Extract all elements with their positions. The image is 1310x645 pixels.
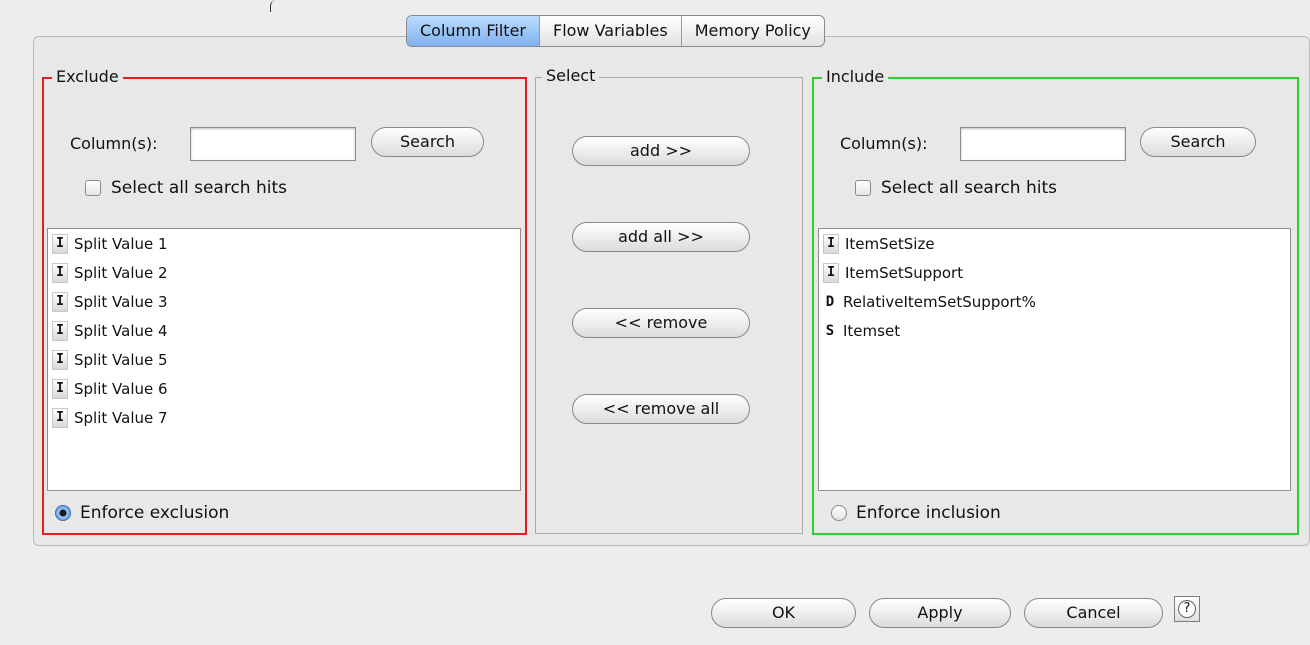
enforce-inclusion-radio[interactable] (831, 505, 847, 521)
exclude-columns-label: Column(s): (70, 134, 158, 153)
list-item-label: Itemset (843, 321, 901, 340)
ok-button[interactable]: OK (711, 598, 856, 628)
list-item-label: Split Value 1 (74, 234, 168, 253)
integer-column-icon: I (52, 378, 68, 399)
exclude-select-all-label: Select all search hits (111, 178, 288, 198)
include-search-button[interactable]: Search (1140, 127, 1256, 157)
list-item-label: Split Value 7 (74, 408, 168, 427)
integer-column-icon: I (52, 407, 68, 428)
list-item-label: Split Value 5 (74, 350, 168, 369)
include-search-input[interactable] (960, 127, 1126, 161)
exclude-select-all-row[interactable]: Select all search hits (85, 178, 287, 198)
list-item-label: Split Value 4 (74, 321, 168, 340)
list-item-label: ItemSetSize (845, 234, 935, 253)
list-item-label: Split Value 6 (74, 379, 168, 398)
list-item-label: RelativeItemSetSupport% (843, 292, 1036, 311)
integer-column-icon: I (52, 291, 68, 312)
exclude-search-button[interactable]: Search (371, 127, 484, 157)
list-item[interactable]: I ItemSetSupport (819, 258, 1290, 287)
enforce-inclusion-row[interactable]: Enforce inclusion (831, 503, 1001, 523)
integer-column-icon: I (823, 233, 839, 254)
include-select-all-label: Select all search hits (881, 178, 1058, 198)
list-item[interactable]: S Itemset (819, 316, 1290, 345)
add-all-button[interactable]: add all >> (572, 222, 750, 252)
apply-button[interactable]: Apply (869, 598, 1011, 628)
list-item[interactable]: I Split Value 5 (48, 345, 520, 374)
help-icon: ? (1178, 600, 1196, 618)
integer-column-icon: I (52, 349, 68, 370)
integer-column-icon: I (52, 320, 68, 341)
decorative-mark (270, 0, 277, 12)
tab-bar: Column Filter Flow Variables Memory Poli… (406, 15, 825, 47)
cancel-button[interactable]: Cancel (1024, 598, 1163, 628)
list-item[interactable]: D RelativeItemSetSupport% (819, 287, 1290, 316)
string-column-icon: S (825, 322, 835, 339)
list-item[interactable]: I Split Value 7 (48, 403, 520, 432)
list-item[interactable]: I ItemSetSize (819, 229, 1290, 258)
integer-column-icon: I (823, 262, 839, 283)
list-item-label: ItemSetSupport (845, 263, 964, 282)
list-item-label: Split Value 3 (74, 292, 168, 311)
tab-memory-policy[interactable]: Memory Policy (680, 16, 824, 46)
add-button[interactable]: add >> (572, 136, 750, 166)
integer-column-icon: I (52, 262, 68, 283)
list-item[interactable]: I Split Value 2 (48, 258, 520, 287)
include-columns-label: Column(s): (840, 134, 928, 153)
exclude-column-list[interactable]: I Split Value 1 I Split Value 2 I Split Val… (47, 228, 521, 491)
exclude-select-all-checkbox[interactable] (85, 180, 101, 196)
remove-all-button[interactable]: << remove all (572, 394, 750, 424)
tab-flow-variables[interactable]: Flow Variables (538, 16, 681, 46)
list-item[interactable]: I Split Value 3 (48, 287, 520, 316)
select-title: Select (542, 65, 600, 87)
include-select-all-checkbox[interactable] (855, 180, 871, 196)
exclude-search-input[interactable] (190, 127, 356, 161)
list-item[interactable]: I Split Value 6 (48, 374, 520, 403)
integer-column-icon: I (52, 233, 68, 254)
include-title: Include (822, 66, 889, 88)
tab-column-filter[interactable]: Column Filter (407, 16, 539, 46)
enforce-inclusion-label: Enforce inclusion (856, 503, 1001, 523)
enforce-exclusion-label: Enforce exclusion (80, 503, 230, 523)
include-column-list[interactable]: I ItemSetSize I ItemSetSupport D RelativeIt… (818, 228, 1291, 491)
exclude-title: Exclude (52, 66, 123, 88)
list-item-label: Split Value 2 (74, 263, 168, 282)
list-item[interactable]: I Split Value 1 (48, 229, 520, 258)
enforce-exclusion-row[interactable]: Enforce exclusion (55, 503, 229, 523)
include-select-all-row[interactable]: Select all search hits (855, 178, 1057, 198)
help-button[interactable]: ? (1174, 596, 1200, 622)
enforce-exclusion-radio[interactable] (55, 505, 71, 521)
double-column-icon: D (825, 293, 835, 310)
remove-button[interactable]: << remove (572, 308, 750, 338)
list-item[interactable]: I Split Value 4 (48, 316, 520, 345)
